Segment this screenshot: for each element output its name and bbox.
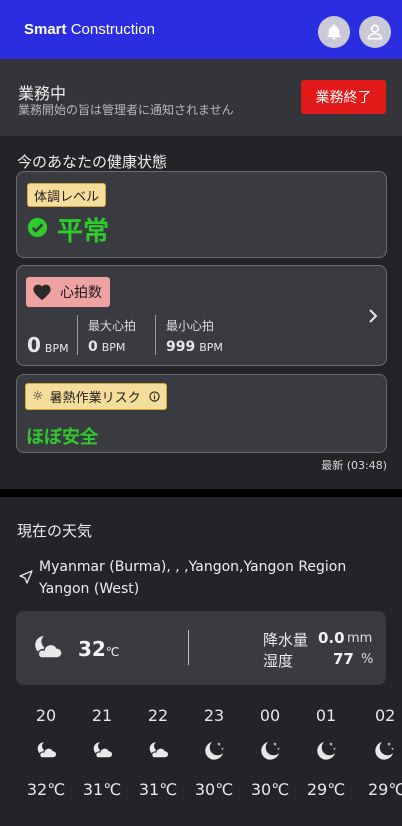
current-temperature: 32℃ xyxy=(78,637,119,661)
heat-risk-value: ほぼ安全 xyxy=(26,427,98,448)
updated-time: 最新 (03:48) xyxy=(321,459,387,472)
hour-temperature: 30℃ xyxy=(250,780,290,799)
hour-temperature: 29℃ xyxy=(306,780,346,799)
min-heart-rate: 999 BPM xyxy=(166,339,223,355)
clear-night-icon xyxy=(375,742,394,760)
heart-rate-tag: 心拍数 xyxy=(26,277,110,307)
current-temperature-value: 32 xyxy=(78,637,106,661)
humidity-value: 77 xyxy=(333,650,354,668)
condition-tag: 体調レベル xyxy=(27,183,107,207)
min-heart-rate-unit: BPM xyxy=(199,341,223,354)
hour-label: 22 xyxy=(147,706,169,725)
hour-label: 00 xyxy=(259,706,281,725)
hour-temperature: 29℃ xyxy=(368,780,402,799)
partly-cloudy-night-icon xyxy=(35,636,63,659)
notifications-button[interactable] xyxy=(318,16,350,48)
max-heart-rate-unit: BPM xyxy=(101,341,126,354)
info-icon[interactable] xyxy=(149,391,160,402)
hour-temperature: 31℃ xyxy=(138,780,178,799)
partly-cloudy-night-icon xyxy=(93,742,114,759)
weather-section-title: 現在の天気 xyxy=(17,522,93,540)
current-heart-rate: 0 BPM xyxy=(27,333,69,357)
end-work-button[interactable]: 業務終了 xyxy=(301,80,386,114)
current-heart-rate-value: 0 xyxy=(27,333,41,357)
heat-risk-tag-label: 暑熱作業リスク xyxy=(49,391,141,406)
max-heart-rate: 0 BPM xyxy=(88,339,125,355)
current-weather-card xyxy=(16,611,386,685)
work-status-subtitle: 業務開始の旨は管理者に通知されません xyxy=(18,103,234,117)
app-brand: Smart Construction xyxy=(24,21,155,38)
condition-value: 平常 xyxy=(57,217,110,247)
partly-cloudy-night-icon xyxy=(149,742,170,759)
divider xyxy=(188,630,189,665)
user-icon xyxy=(367,24,383,40)
hour-temperature: 32℃ xyxy=(26,780,66,799)
hour-temperature: 31℃ xyxy=(82,780,122,799)
partly-cloudy-night-icon xyxy=(37,742,58,759)
check-circle-icon xyxy=(27,217,48,238)
humidity-label: 湿度 xyxy=(263,652,294,670)
sun-icon: ☼ xyxy=(32,389,44,404)
clear-night-icon xyxy=(317,742,336,760)
section-separator xyxy=(0,489,402,497)
brand-bold: Smart xyxy=(24,21,67,38)
min-heart-rate-label: 最小心拍 xyxy=(166,319,215,333)
hour-temperature: 30℃ xyxy=(194,780,234,799)
account-button[interactable] xyxy=(359,16,391,48)
brand-rest: Construction xyxy=(66,21,155,38)
rainfall-unit: mm xyxy=(347,631,373,646)
hour-label: 21 xyxy=(91,706,113,725)
current-temperature-unit: ℃ xyxy=(105,645,120,659)
max-heart-rate-label: 最大心拍 xyxy=(88,319,137,333)
humidity-unit: % xyxy=(361,652,374,667)
rainfall-value: 0.0 xyxy=(318,629,345,647)
condition-tag-label: 体調レベル xyxy=(34,189,100,205)
clear-night-icon xyxy=(205,742,224,760)
clear-night-icon xyxy=(261,742,280,760)
divider xyxy=(155,315,156,355)
hour-label: 02 xyxy=(375,706,396,725)
heart-rate-tag-label: 心拍数 xyxy=(60,285,102,301)
hour-label: 20 xyxy=(35,706,57,725)
weather-location: Myanmar (Burma), , ,Yangon,Yangon Region… xyxy=(39,559,347,597)
chevron-right-icon[interactable] xyxy=(367,308,379,324)
rainfall-label: 降水量 xyxy=(263,631,309,649)
health-section-title: 今のあなたの健康状態 xyxy=(17,153,168,171)
divider xyxy=(77,315,78,355)
min-heart-rate-value: 999 xyxy=(166,339,196,355)
heat-risk-tag: ☼ 暑熱作業リスク xyxy=(25,383,167,410)
bell-icon xyxy=(327,24,341,40)
current-heart-rate-unit: BPM xyxy=(44,342,69,355)
max-heart-rate-value: 0 xyxy=(88,339,98,355)
location-arrow-icon xyxy=(19,570,33,584)
hour-label: 01 xyxy=(315,706,337,725)
hour-label: 23 xyxy=(203,706,225,725)
heart-icon xyxy=(33,284,51,301)
